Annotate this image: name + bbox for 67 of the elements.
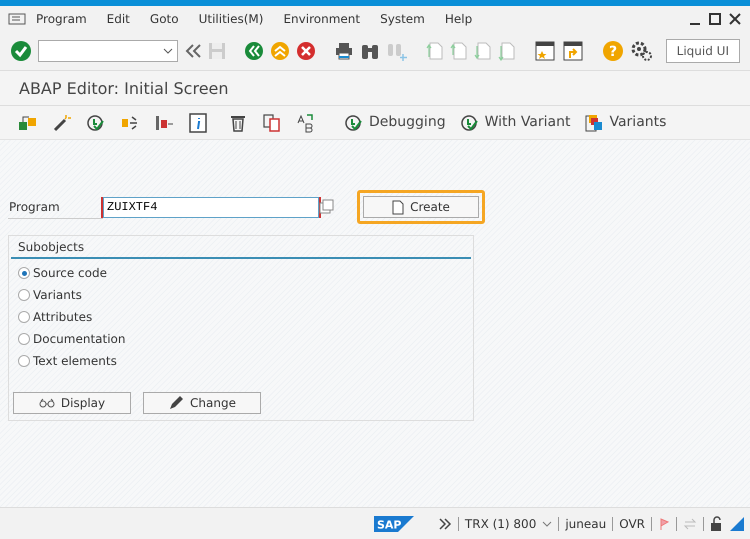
radio-option[interactable]: Source code	[9, 262, 473, 284]
radio-button[interactable]	[18, 355, 30, 367]
change-button[interactable]: Change	[143, 392, 261, 414]
double-left-icon[interactable]	[184, 42, 202, 60]
command-field[interactable]	[38, 40, 178, 62]
resize-grip-icon[interactable]	[730, 516, 744, 530]
print-icon[interactable]	[334, 40, 354, 60]
radio-button[interactable]	[18, 311, 30, 323]
radio-option[interactable]: Text elements	[9, 350, 473, 372]
radio-button[interactable]	[18, 289, 30, 301]
check-icon[interactable]	[10, 40, 32, 62]
expand-icon[interactable]	[438, 518, 452, 530]
document-icon	[392, 200, 404, 214]
settings-icon[interactable]	[630, 40, 652, 62]
toolbar-button[interactable]: Debugging	[344, 112, 446, 133]
swap-icon	[683, 518, 697, 530]
cancel-icon[interactable]	[296, 40, 316, 60]
radio-option[interactable]: Variants	[9, 284, 473, 306]
sap-logo: SAP	[374, 516, 414, 532]
user-name: juneau	[565, 516, 606, 532]
menu-item[interactable]: Environment	[273, 10, 370, 28]
lock-icon[interactable]	[710, 516, 724, 532]
menu-item[interactable]: System	[370, 10, 435, 28]
menu-item[interactable]: Goto	[140, 10, 189, 28]
close-icon[interactable]	[728, 12, 742, 26]
shortcut-icon[interactable]	[562, 40, 584, 62]
radio-label: Variants	[33, 287, 82, 304]
radio-label: Documentation	[33, 331, 126, 348]
rename-icon[interactable]	[296, 112, 316, 132]
dropdown-icon[interactable]	[542, 520, 552, 528]
magic-wand-icon[interactable]	[52, 112, 72, 132]
radio-option[interactable]: Attributes	[9, 306, 473, 328]
menu-item[interactable]: Program	[26, 10, 97, 28]
liquid-ui-button[interactable]: Liquid UI	[666, 38, 740, 62]
display-button[interactable]: Display	[13, 392, 131, 414]
dropdown-icon[interactable]	[163, 46, 173, 54]
menu-icon[interactable]	[8, 12, 26, 26]
radio-button[interactable]	[18, 333, 30, 345]
group-title: Subobjects	[11, 238, 471, 259]
value-help-icon[interactable]	[319, 199, 335, 215]
flag-icon	[658, 516, 670, 530]
program-field[interactable]: ZUIXTF4	[103, 196, 319, 218]
pencil-icon	[168, 395, 184, 411]
radio-button[interactable]	[18, 267, 30, 279]
info-icon[interactable]	[188, 112, 208, 132]
menu-item[interactable]: Edit	[96, 10, 140, 28]
check-syntax-icon[interactable]	[86, 112, 106, 132]
menu-item[interactable]: Utilities(M)	[188, 10, 274, 28]
radio-label: Source code	[33, 265, 107, 282]
toolbar-button[interactable]: Variants	[584, 112, 666, 133]
screen-title: ABAP Editor: Initial Screen	[0, 71, 750, 106]
glasses-icon	[38, 398, 55, 408]
input-mode: OVR	[619, 516, 645, 532]
create-button[interactable]: Create	[363, 196, 479, 218]
system-info: TRX (1) 800	[464, 516, 536, 532]
back-icon[interactable]	[244, 40, 264, 60]
radio-label: Text elements	[33, 353, 117, 370]
debugging-icon	[460, 112, 480, 132]
radio-option[interactable]: Documentation	[9, 328, 473, 350]
copy-icon[interactable]	[262, 112, 282, 132]
variants-icon	[584, 112, 604, 132]
toolbar-button[interactable]: With Variant	[460, 112, 570, 133]
new-session-icon[interactable]	[534, 40, 556, 62]
debugging-icon	[344, 112, 364, 132]
maximize-icon[interactable]	[708, 12, 722, 26]
radio-label: Attributes	[33, 309, 92, 326]
menu-item[interactable]: Help	[434, 10, 482, 28]
